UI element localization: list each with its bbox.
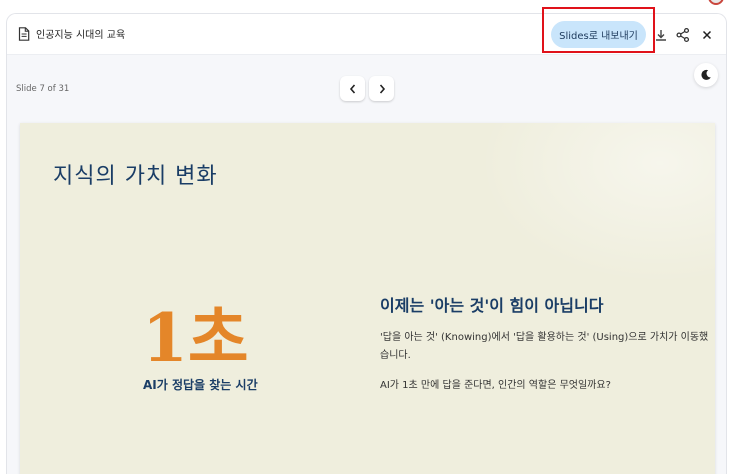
theme-toggle-button[interactable]	[694, 63, 718, 87]
body-paragraph-2: AI가 1초 만에 답을 준다면, 인간의 역할은 무엇일까요?	[380, 380, 611, 391]
chevron-right-icon	[379, 83, 385, 94]
next-slide-button[interactable]	[369, 76, 394, 101]
slide-counter: Slide 7 of 31	[16, 84, 70, 94]
body-paragraph-1: '답을 아는 것' (Knowing)에서 '답을 활용하는 것' (Using…	[380, 332, 709, 361]
document-icon	[18, 27, 30, 41]
chevron-left-icon	[349, 83, 355, 94]
export-to-slides-button[interactable]: Slides로 내보내기	[551, 21, 646, 48]
moon-icon	[701, 69, 711, 80]
section-heading: 이제는 '아는 것'이 힘이 아닙니다	[380, 296, 604, 315]
previous-slide-button[interactable]	[340, 76, 365, 101]
close-icon[interactable]	[699, 27, 715, 43]
share-icon[interactable]	[675, 27, 691, 43]
big-number-caption: AI가 정답을 찾는 시간	[143, 378, 258, 392]
slide-canvas: 지식의 가치 변화 1초 AI가 정답을 찾는 시간 이제는 '아는 것'이 힘…	[20, 123, 715, 474]
top-bar: 인공지능 시대의 교육 Slides로 내보내기	[7, 14, 726, 55]
slides-viewer-window: 인공지능 시대의 교육 Slides로 내보내기 Slide 7 of 31 지…	[6, 13, 727, 474]
download-icon[interactable]	[653, 27, 669, 43]
profile-avatar[interactable]	[708, 0, 724, 5]
big-number: 1초	[142, 299, 249, 377]
document-title: 인공지능 시대의 교육	[36, 30, 126, 41]
slide-title: 지식의 가치 변화	[53, 164, 218, 189]
